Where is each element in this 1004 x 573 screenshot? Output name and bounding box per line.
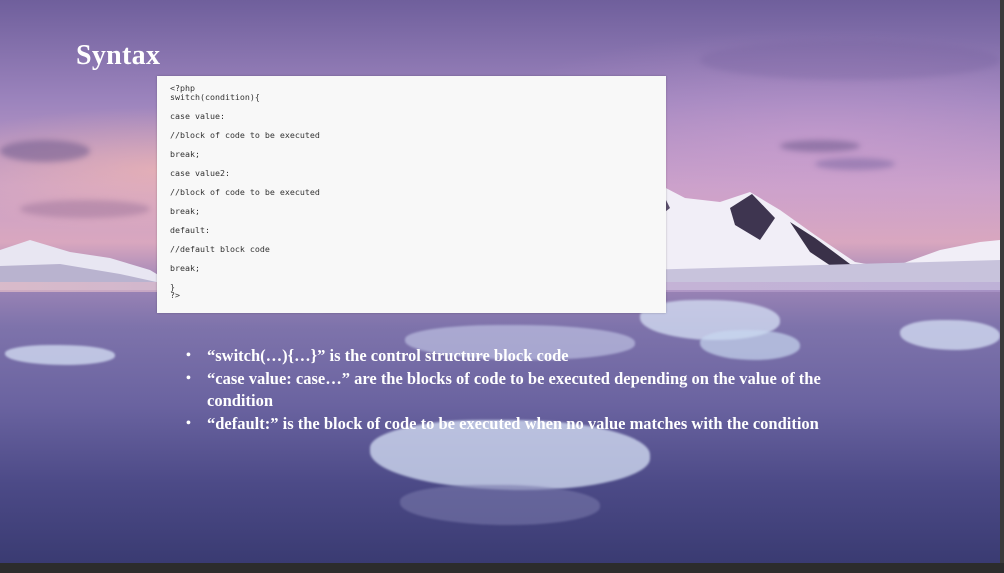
window-right-edge bbox=[1000, 0, 1004, 573]
bullet-text: “default:” is the block of code to be ex… bbox=[207, 413, 819, 433]
cloud-shape bbox=[700, 40, 1000, 80]
cloud-shape bbox=[0, 140, 90, 162]
code-line: break; bbox=[170, 263, 200, 273]
bullet-dot-icon: • bbox=[186, 415, 191, 431]
code-line: ?> bbox=[170, 290, 180, 300]
code-line: //block of code to be executed bbox=[170, 187, 320, 197]
code-line: case value: bbox=[170, 111, 225, 121]
list-item: • “case value: case…” are the blocks of … bbox=[186, 368, 886, 413]
code-block: <?php switch(condition){ case value: //b… bbox=[157, 76, 666, 313]
code-line: break; bbox=[170, 149, 200, 159]
mountain-right-graphic bbox=[640, 185, 1000, 290]
cloud-shape bbox=[20, 200, 150, 218]
code-line: switch(condition){ bbox=[170, 92, 260, 102]
ice-reflection bbox=[400, 485, 600, 525]
bullet-dot-icon: • bbox=[186, 370, 191, 386]
window-bottom-bar bbox=[0, 563, 1004, 573]
list-item: • “switch(…){…}” is the control structur… bbox=[186, 345, 886, 368]
code-line: break; bbox=[170, 206, 200, 216]
mountain-left-graphic bbox=[0, 240, 170, 290]
ice-floe bbox=[900, 320, 1000, 350]
cloud-shape bbox=[815, 158, 895, 170]
bullet-list: • “switch(…){…}” is the control structur… bbox=[186, 345, 886, 435]
code-line: default: bbox=[170, 225, 210, 235]
bullet-text: “case value: case…” are the blocks of co… bbox=[207, 368, 821, 411]
slide-canvas: Syntax <?php switch(condition){ case val… bbox=[0, 0, 1000, 563]
code-line: //block of code to be executed bbox=[170, 130, 320, 140]
ice-floe bbox=[5, 345, 115, 365]
code-line: case value2: bbox=[170, 168, 230, 178]
bullet-text: “switch(…){…}” is the control structure … bbox=[207, 346, 569, 365]
slide-title: Syntax bbox=[76, 40, 161, 71]
code-line: //default block code bbox=[170, 244, 270, 254]
list-item: • “default:” is the block of code to be … bbox=[186, 413, 886, 436]
cloud-shape bbox=[780, 140, 860, 152]
bullet-dot-icon: • bbox=[186, 348, 191, 363]
